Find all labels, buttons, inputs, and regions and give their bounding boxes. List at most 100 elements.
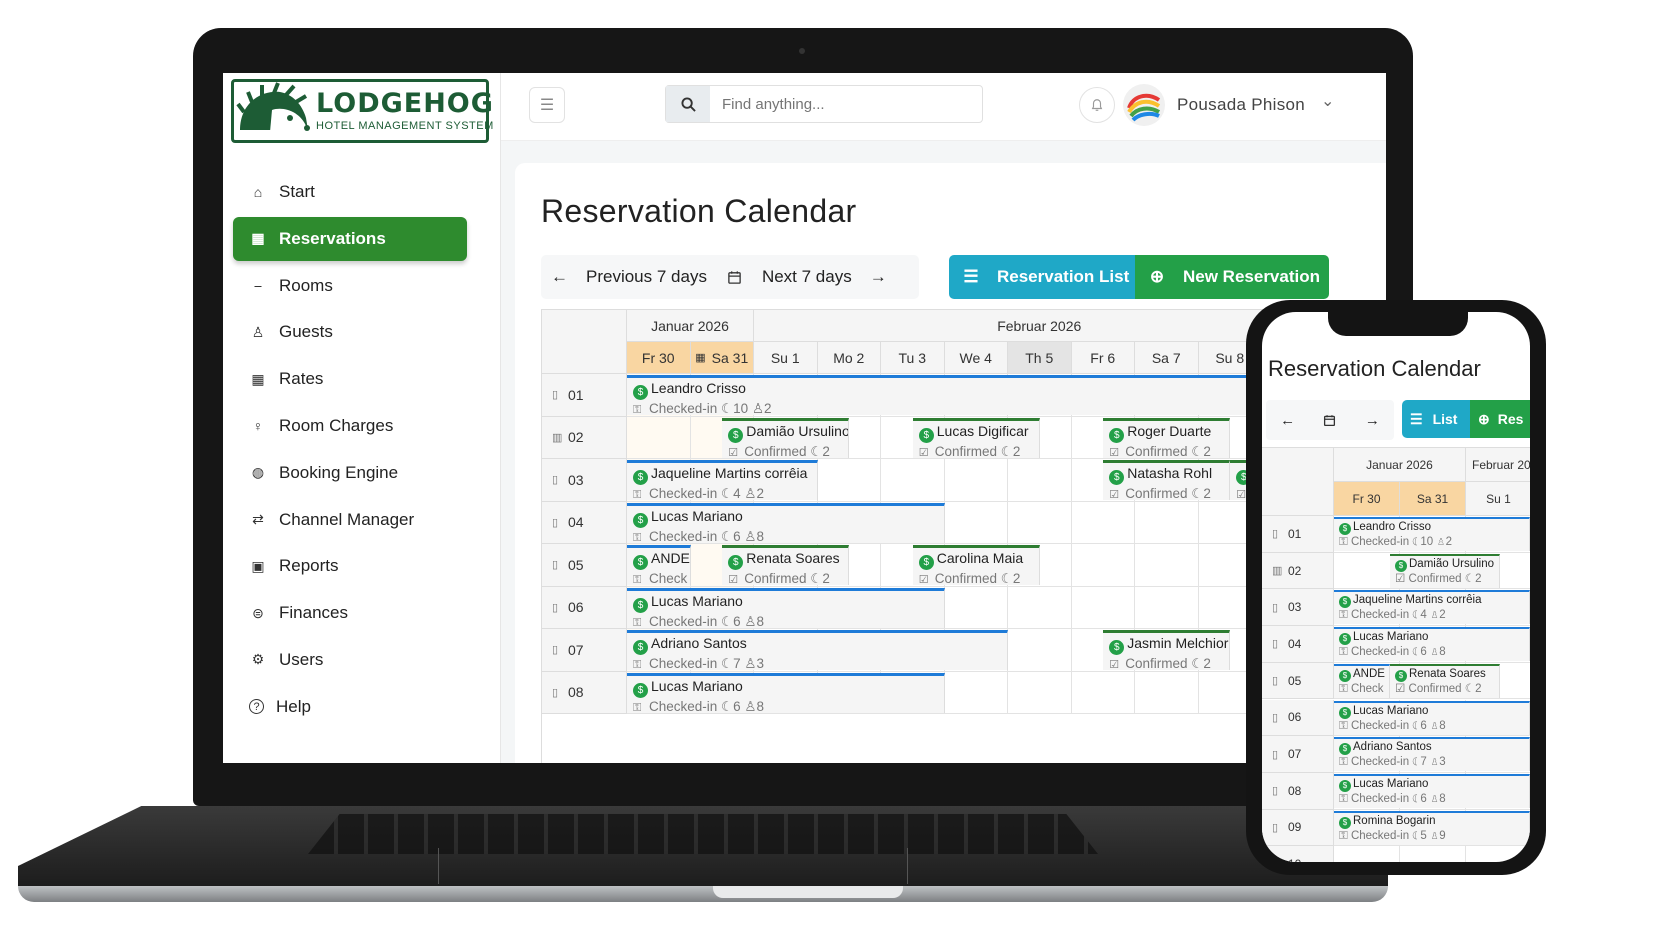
calendar-cell[interactable] [1008,501,1072,544]
phone-room-label[interactable]: ▯ 01 [1262,516,1334,553]
room-label[interactable]: ▯ 04 [542,501,627,544]
phone-list-button[interactable]: ☰ List [1402,400,1470,438]
reservation-block[interactable]: $ Damião Ursulino ☑ Confirmed ☾2 [722,417,850,458]
search-input[interactable] [710,86,980,122]
phone-reservation-block[interactable]: $ Romina Bogarin ⚿ Checked-in ☾5 ♙9 [1334,810,1530,845]
reservation-block[interactable]: $ Renata Soares ☑ Confirmed ☾2 [722,545,850,585]
day-header[interactable]: Su 1 [754,342,818,374]
phone-reservation-block[interactable]: $ Leandro Crisso ⚿ Checked-in ☾10 ♙2 [1334,517,1530,551]
calendar-cell[interactable] [1071,544,1135,587]
phone-room-label[interactable]: ▯ 08 [1262,772,1334,810]
day-header[interactable]: ▦ Sa 31 [690,342,754,374]
phone-room-label[interactable]: ▯ 09 [1262,809,1334,847]
reservation-block[interactable]: $ Adriano Santos ⚿ Checked-in ☾7 ♙3 [627,630,1008,670]
phone-reservation-block[interactable]: $ Renata Soares ☑ Confirmed ☾2 [1390,663,1500,698]
calendar-cell[interactable] [1071,671,1135,714]
phone-calendar-cell[interactable] [1400,846,1466,862]
phone-room-label[interactable]: ▯ 07 [1262,736,1334,773]
calendar-cell[interactable] [817,459,881,502]
sidebar-item-users[interactable]: ⚙ Users [233,638,467,682]
phone-day-header[interactable]: Sa 31 [1400,482,1466,516]
calendar-cell[interactable] [1135,671,1199,714]
calendar-cell[interactable] [881,459,945,502]
date-picker-button[interactable] [717,255,752,299]
calendar-cell[interactable] [1135,586,1199,629]
phone-calendar-icon[interactable] [1323,414,1336,427]
room-label[interactable]: ▯ 07 [542,629,627,672]
calendar-cell[interactable] [1071,501,1135,544]
new-reservation-button[interactable]: ⊕ New Reservation [1135,255,1329,299]
phone-room-label[interactable]: ▯ 05 [1262,662,1334,700]
phone-room-label[interactable]: ▯ 04 [1262,626,1334,663]
phone-calendar-cell[interactable] [1334,846,1400,862]
reservation-block[interactable]: $ Leandro Crisso ⚿ Checked-in ☾10 ♙2 [627,375,1262,415]
phone-calendar-cell[interactable] [1466,846,1530,862]
previous-week-button[interactable]: ← Previous 7 days [541,255,717,299]
calendar-cell[interactable] [1135,544,1199,587]
chevron-down-icon[interactable]: ⌄ [1321,91,1334,111]
sidebar-item-channel-manager[interactable]: ⇄ Channel Manager [233,498,467,542]
calendar-cell[interactable] [944,501,1008,544]
room-label[interactable]: ▯ 01 [542,374,627,417]
phone-reservation-block[interactable]: $ Adriano Santos ⚿ Checked-in ☾7 ♙3 [1334,737,1530,772]
day-header[interactable]: Th 5 [1008,342,1072,374]
phone-reservation-block[interactable]: $ ANDE ⚿ Check [1334,663,1390,698]
calendar-cell[interactable] [944,671,1008,714]
sidebar-item-booking-engine[interactable]: ◍ Booking Engine [233,451,467,495]
sidebar-item-help[interactable]: ? Help [233,685,467,729]
phone-new-button[interactable]: ⊕ Res [1470,400,1530,438]
sidebar-item-room-charges[interactable]: ♀ Room Charges [233,404,467,448]
calendar-cell[interactable] [627,416,691,459]
sidebar-item-finances[interactable]: ⊜ Finances [233,591,467,635]
calendar-cell[interactable] [944,586,1008,629]
reservation-block[interactable]: $ Lucas Mariano ⚿ Checked-in ☾6 ♙8 [627,587,945,628]
sidebar-item-start[interactable]: ⌂ Start [233,170,467,214]
phone-reservation-block[interactable]: $ Lucas Mariano ⚿ Checked-in ☾6 ♙8 [1334,700,1530,735]
phone-previous-button[interactable]: ← [1280,412,1295,429]
day-header[interactable]: Sa 7 [1135,342,1199,374]
phone-reservation-block[interactable]: $ Damião Ursulino ☑ Confirmed ☾2 [1390,553,1500,588]
reservation-block[interactable]: $ Jaqueline Martins corrêia ⚿ Checked-in ☾4… [627,460,818,500]
day-header[interactable]: Mo 2 [817,342,881,374]
reservation-block[interactable]: $ Lucas Mariano ⚿ Checked-in ☾6 ♙8 [627,672,945,713]
phone-day-header[interactable]: Fr 30 [1334,482,1400,516]
room-label[interactable]: ▥ 02 [542,416,627,459]
user-avatar[interactable] [1123,84,1165,126]
reservation-block[interactable]: $ Carolina Maia ☑ Confirmed ☾2 [912,545,1040,585]
day-header[interactable]: Tu 3 [881,342,945,374]
reservation-block[interactable]: $ ANDE ⚿ Check [627,545,691,585]
phone-room-label[interactable]: ▥ 02 [1262,552,1334,590]
phone-next-button[interactable]: → [1365,412,1380,429]
calendar-cell[interactable] [1008,629,1072,672]
room-label[interactable]: ▯ 08 [542,671,627,714]
notifications-button[interactable] [1079,87,1115,123]
phone-reservation-block[interactable]: $ Lucas Mariano ⚿ Checked-in ☾6 ♙8 [1334,773,1530,808]
day-header[interactable]: Fr 30 [627,342,691,374]
room-label[interactable]: ▯ 06 [542,586,627,629]
sidebar-item-reports[interactable]: ▣ Reports [233,544,467,588]
user-name[interactable]: Pousada Phison [1177,95,1305,115]
next-week-button[interactable]: Next 7 days → [752,255,897,299]
phone-day-header[interactable]: Su 1 [1466,482,1530,516]
phone-reservation-block[interactable]: $ Lucas Mariano ⚿ Checked-in ☾6 ♙8 [1334,627,1530,662]
room-label[interactable]: ▯ 05 [542,544,627,587]
sidebar-item-reservations[interactable]: ▦ Reservations [233,216,467,261]
calendar-cell[interactable] [1008,671,1072,714]
menu-toggle-button[interactable]: ☰ [529,87,565,123]
reservation-block[interactable]: $ Lucas Mariano ⚿ Checked-in ☾6 ♙8 [627,502,945,543]
calendar-cell[interactable] [1008,586,1072,629]
search-button[interactable] [666,86,710,122]
phone-room-label[interactable]: ▯ 03 [1262,589,1334,627]
logo[interactable]: LODGEHOG HOTEL MANAGEMENT SYSTEM [231,79,493,143]
day-header[interactable]: Fr 6 [1071,342,1135,374]
calendar-cell[interactable] [1008,459,1072,502]
phone-room-label[interactable]: ▥ 10 [1262,846,1334,862]
reservation-list-button[interactable]: ☰ Reservation List [949,255,1135,299]
sidebar-item-rates[interactable]: ▦ Rates [233,357,467,401]
reservation-block[interactable]: $ Natasha Rohl ☑ Confirmed ☾2 [1103,460,1231,500]
sidebar-item-guests[interactable]: ♙ Guests [233,310,467,354]
reservation-block[interactable]: $ Lucas Digificar ☑ Confirmed ☾2 [912,417,1040,458]
reservation-block[interactable]: $ Roger Duarte ☑ Confirmed ☾2 [1103,417,1231,458]
calendar-cell[interactable] [944,459,1008,502]
calendar-cell[interactable] [1135,501,1199,544]
